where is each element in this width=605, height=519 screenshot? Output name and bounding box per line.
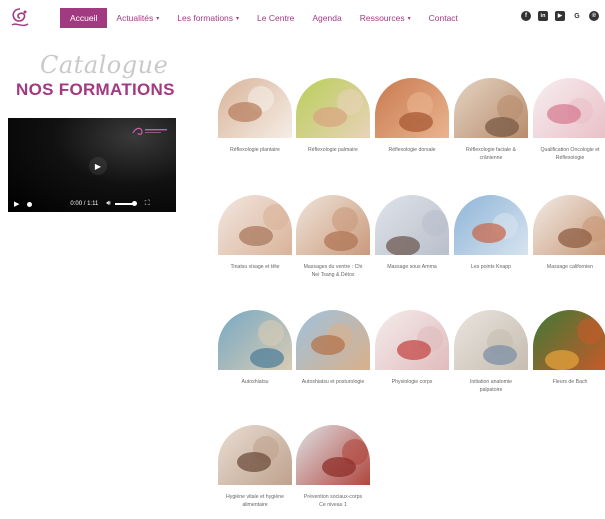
formation-label: Massage californien	[546, 264, 594, 270]
formation-label: Fleurs de Bach	[552, 379, 588, 385]
formation-image	[375, 195, 449, 255]
nav-item-agenda[interactable]: Agenda	[303, 8, 350, 28]
video-watermark-logo	[132, 127, 167, 135]
fullscreen-icon[interactable]: ⛶	[145, 200, 150, 208]
nav-item-ressources[interactable]: Ressources ▾	[351, 8, 420, 28]
formation-label: Qualification Oncologie et Réflexologie	[540, 147, 600, 162]
formation-card[interactable]: Physiologie corps	[372, 310, 452, 386]
nav-item-le-centre[interactable]: Le Centre	[248, 8, 303, 28]
formation-card[interactable]: Massage californien	[530, 195, 605, 271]
nav-item-label: Ressources	[359, 13, 405, 23]
formation-card[interactable]: Les points Knapp	[451, 195, 531, 271]
linkedin-icon[interactable]: in	[538, 11, 548, 21]
nav-item-contact[interactable]: Contact	[420, 8, 467, 28]
formation-image	[218, 310, 292, 370]
page-title: NOS FORMATIONS	[16, 80, 175, 99]
formation-card[interactable]: Hygiène vitale et hygiène alimentaire	[215, 425, 295, 509]
video-player[interactable]: ▶ ▶ 0:00 / 1:11 🔊︎ ⛶	[8, 118, 176, 212]
progress-scrubber[interactable]	[27, 201, 33, 207]
formation-image	[296, 78, 370, 138]
formation-card[interactable]: Massage sous Amma	[372, 195, 452, 271]
volume-icon[interactable]: 🔊︎	[106, 200, 110, 208]
nav-item-actualit-s[interactable]: Actualités ▾	[107, 8, 168, 28]
formation-label: Initiation anatomie palpatoire	[469, 379, 513, 394]
formation-image	[533, 195, 605, 255]
formation-label: Prévention sociaux-corps Ce niveau 1	[303, 494, 363, 509]
formation-label: Réflexologie dorsale	[388, 147, 436, 153]
formation-image	[533, 78, 605, 138]
nav-item-label: Le Centre	[257, 13, 295, 23]
video-controls: ▶ 0:00 / 1:11 🔊︎ ⛶	[8, 196, 176, 212]
formation-label: Autoshiatsu	[241, 379, 269, 385]
formation-image	[218, 78, 292, 138]
formation-label: Physiologie corps	[391, 379, 433, 385]
facebook-icon[interactable]: f	[521, 11, 531, 21]
formation-card[interactable]: Réflexologie palmaire	[293, 78, 373, 154]
formation-image	[296, 425, 370, 485]
formation-image	[533, 310, 605, 370]
play-icon[interactable]: ▶	[89, 157, 107, 175]
formation-image	[375, 78, 449, 138]
formation-image	[296, 195, 370, 255]
catalogue-script-title: Catalogue	[40, 51, 169, 79]
formation-image	[218, 425, 292, 485]
google-icon[interactable]: G	[572, 11, 582, 21]
formation-card[interactable]: Tinatsu visage et tête	[215, 195, 295, 271]
formation-card[interactable]: Autoshiatsu et posturologie	[293, 310, 373, 386]
formation-card[interactable]: Réflexologie faciale & crânienne	[451, 78, 531, 162]
formation-image	[375, 310, 449, 370]
formation-card[interactable]: Qualification Oncologie et Réflexologie	[530, 78, 605, 162]
chevron-down-icon: ▾	[156, 16, 160, 22]
control-play-icon[interactable]: ▶	[14, 200, 19, 208]
nav-item-label: Les formations	[177, 13, 234, 23]
brand-logo[interactable]	[8, 6, 32, 30]
pinterest-icon[interactable]: ℗	[589, 11, 599, 21]
formation-card[interactable]: Réflexologie dorsale	[372, 78, 452, 154]
formation-image	[296, 310, 370, 370]
chevron-down-icon: ▾	[236, 16, 240, 22]
formation-image	[454, 78, 528, 138]
formation-card[interactable]: Massages du ventre : Chi Nei Tsang & Dét…	[293, 195, 373, 279]
nav-item-label: Accueil	[70, 13, 98, 23]
formation-label: Autoshiatsu et posturologie	[301, 379, 365, 385]
formation-label: Massages du ventre : Chi Nei Tsang & Dét…	[303, 264, 363, 279]
main-nav: Accueil Actualités ▾ Les formations ▾ Le Cent…	[60, 8, 467, 28]
video-time: 0:00 / 1:11	[70, 201, 99, 207]
nav-item-les-formations[interactable]: Les formations ▾	[168, 8, 248, 28]
formation-label: Les points Knapp	[470, 264, 512, 270]
chevron-down-icon: ▾	[407, 16, 411, 22]
volume-slider[interactable]	[114, 201, 137, 206]
formation-image	[454, 310, 528, 370]
formation-image	[218, 195, 292, 255]
nav-item-accueil[interactable]: Accueil	[60, 8, 108, 28]
formation-label: Tinatsu visage et tête	[230, 264, 280, 270]
formation-card[interactable]: Initiation anatomie palpatoire	[451, 310, 531, 394]
formation-card[interactable]: Prévention sociaux-corps Ce niveau 1	[293, 425, 373, 509]
formation-card[interactable]: Réflexologie plantaire	[215, 78, 295, 154]
formation-image	[454, 195, 528, 255]
formation-label: Réflexologie plantaire	[230, 147, 280, 153]
formation-label: Hygiène vitale et hygiène alimentaire	[226, 494, 284, 509]
site-header: Accueil Actualités ▾ Les formations ▾ Le Cent…	[0, 0, 605, 36]
formation-label: Réflexologie palmaire	[308, 147, 358, 153]
nav-item-label: Actualités	[116, 13, 154, 23]
youtube-icon[interactable]: ▶	[555, 11, 565, 21]
formation-label: Réflexologie faciale & crânienne	[466, 147, 516, 162]
nav-item-label: Agenda	[312, 13, 342, 23]
formation-label: Massage sous Amma	[387, 264, 437, 270]
nav-item-label: Contact	[428, 13, 458, 23]
formation-card[interactable]: Autoshiatsu	[215, 310, 295, 386]
social-links: f in ▶ G ℗	[521, 11, 599, 21]
formation-card[interactable]: Fleurs de Bach	[530, 310, 605, 386]
